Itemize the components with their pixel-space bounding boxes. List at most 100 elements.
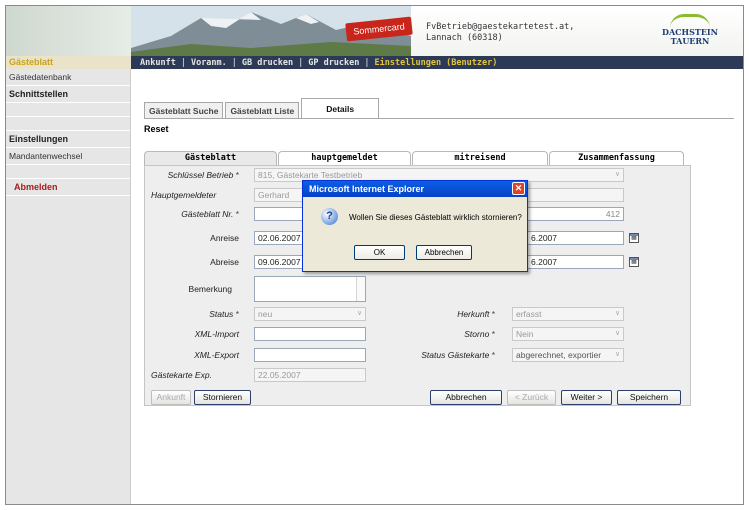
calendar-icon[interactable]: ▦ — [629, 257, 639, 267]
bemerkung-label: Bemerkung — [188, 284, 232, 294]
schluessel-betrieb-text: Schlüssel Betrieb — [167, 170, 234, 180]
bemerkung-scrollbar[interactable] — [356, 277, 365, 301]
xml-import-label: XML-Import — [194, 329, 239, 339]
abreise-from-value: 09.06.2007 — [258, 257, 301, 267]
status-gaestekarte-select[interactable]: abgerechnet, exportier ∨ — [512, 348, 624, 362]
header-banner: Sommercard FvBetrieb@gaestekartetest.at,… — [6, 6, 743, 56]
calendar-icon[interactable]: ▦ — [629, 233, 639, 243]
weiter-button[interactable]: Weiter > — [561, 390, 612, 405]
sidebar: Gästedatenbank Schnittstellen Einstellun… — [6, 69, 131, 504]
logo-arc — [670, 14, 710, 28]
xml-export-field[interactable] — [254, 348, 366, 362]
sidebar-item-schnittstellen[interactable]: Schnittstellen — [6, 86, 130, 103]
banner-left-area — [6, 6, 131, 56]
sidebar-item-mandantenwechsel[interactable]: Mandantenwechsel — [6, 148, 130, 165]
logo-line2: TAUERN — [670, 36, 710, 46]
storno-label: Storno * — [407, 329, 495, 339]
sidebar-item-einstellungen[interactable]: Einstellungen — [6, 131, 130, 148]
status-value: neu — [258, 309, 273, 319]
dialog-cancel-button[interactable]: Abbrechen — [416, 245, 472, 260]
abreise-to-field[interactable]: 6.2007 — [527, 255, 624, 269]
zurueck-button[interactable]: < Zurück — [507, 390, 556, 405]
herkunft-text: Herkunft — [457, 309, 490, 319]
status-gaestekarte-value: abgerechnet, exportier — [516, 350, 602, 360]
anreise-to-field[interactable]: 6.2007 — [527, 231, 624, 245]
tab-gaesteblatt-suche[interactable]: Gästeblatt Suche — [144, 102, 224, 119]
sidebar-item-abmelden[interactable]: Abmelden — [6, 179, 130, 196]
hauptgemeldeter-label: Hauptgemeldeter — [151, 190, 217, 200]
herkunft-label: Herkunft * — [407, 309, 495, 319]
tab-details[interactable]: Details — [301, 98, 380, 119]
storno-select[interactable]: Nein ∨ — [512, 327, 624, 341]
gaestekarte-exp-value: 22.05.2007 — [258, 370, 301, 380]
dachstein-tauern-logo: DACHSTEIN TAUERN — [661, 14, 719, 50]
chevron-down-icon: ∨ — [614, 330, 621, 337]
chevron-down-icon: ∨ — [356, 310, 363, 317]
gaestekarte-exp-field[interactable]: 22.05.2007 — [254, 368, 366, 382]
required-mark: * — [491, 350, 495, 360]
sidebar-item-gaestedatenbank[interactable]: Gästedatenbank — [6, 69, 130, 86]
speichern-button[interactable]: Speichern — [617, 390, 681, 405]
anreise-label: Anreise — [210, 233, 239, 243]
dialog-title: Microsoft Internet Explorer — [309, 184, 425, 194]
login-info: FvBetrieb@gaestekartetest.at, Lannach (6… — [426, 22, 574, 44]
abreise-label: Abreise — [210, 257, 239, 267]
close-icon[interactable]: ✕ — [512, 182, 525, 195]
required-mark: * — [491, 309, 495, 319]
top-tabs: Gästeblatt Suche Gästeblatt Liste Detail… — [144, 98, 381, 119]
tab-gaesteblatt-liste[interactable]: Gästeblatt Liste — [225, 102, 300, 119]
subtab-mitreisend[interactable]: mitreisend — [412, 151, 548, 165]
chevron-down-icon: ∨ — [614, 310, 621, 317]
gaesteblatt-nr-label: Gästeblatt Nr. * — [151, 209, 239, 219]
required-mark: * — [235, 170, 239, 180]
dialog-ok-button[interactable]: OK — [354, 245, 405, 260]
herkunft-value: erfasst — [516, 309, 542, 319]
schluessel-betrieb-value: 815, Gästekarte Testbetrieb — [258, 170, 363, 180]
subtab-hauptgemeldet[interactable]: hauptgemeldet — [278, 151, 411, 165]
confirm-dialog: Microsoft Internet Explorer ✕ ? Wollen S… — [302, 180, 528, 272]
dialog-message: Wollen Sie dieses Gästeblatt wirklich st… — [349, 213, 522, 222]
hauptgemeldeter-value: Gerhard — [258, 190, 290, 200]
nav-gb-drucken[interactable]: GB drucken — [237, 58, 298, 68]
top-nav-items: Ankunft | Voranm. | GB drucken | GP druc… — [131, 58, 502, 68]
required-mark: * — [491, 329, 495, 339]
nav-voranmeldung[interactable]: Voranm. — [186, 58, 232, 68]
anreise-to-value: 6.2007 — [531, 233, 557, 243]
nav-ankunft[interactable]: Ankunft — [135, 58, 181, 68]
required-mark: * — [235, 309, 239, 319]
required-mark: * — [235, 209, 239, 219]
subtab-zusammenfassung[interactable]: Zusammenfassung — [549, 151, 684, 165]
herkunft-select[interactable]: erfasst ∨ — [512, 307, 624, 321]
sidebar-spacer — [6, 117, 130, 131]
tabs-divider — [144, 118, 734, 119]
nav-gp-drucken[interactable]: GP drucken — [303, 58, 364, 68]
login-location: Lannach (60318) — [426, 33, 503, 43]
sidebar-spacer — [6, 103, 130, 117]
status-text: Status — [209, 309, 234, 319]
abbrechen-button[interactable]: Abbrechen — [430, 390, 502, 405]
reset-link[interactable]: Reset — [144, 124, 169, 134]
xml-export-label: XML-Export — [194, 350, 239, 360]
status-gaestekarte-label: Status Gästekarte * — [387, 350, 495, 360]
stornieren-button[interactable]: Stornieren — [194, 390, 251, 405]
chevron-down-icon: ∨ — [614, 351, 621, 358]
ankunft-button[interactable]: Ankunft — [151, 390, 191, 405]
dialog-titlebar[interactable]: Microsoft Internet Explorer ✕ — [303, 181, 527, 197]
xml-import-field[interactable] — [254, 327, 366, 341]
gaesteblatt-nr-value: 412 — [605, 209, 620, 219]
status-gaestekarte-text: Status Gästekarte — [421, 350, 490, 360]
abreise-to-value: 6.2007 — [531, 257, 557, 267]
storno-text: Storno — [464, 329, 490, 339]
browser-page: Sommercard FvBetrieb@gaestekartetest.at,… — [5, 5, 744, 505]
login-email: FvBetrieb@gaestekartetest.at, — [426, 22, 575, 32]
sub-tabs: Gästeblatt hauptgemeldet mitreisend Zusa… — [144, 151, 685, 165]
top-navigation: Gästeblatt Ankunft | Voranm. | GB drucke… — [6, 56, 743, 69]
status-select[interactable]: neu ∨ — [254, 307, 366, 321]
subtab-gaesteblatt[interactable]: Gästeblatt — [144, 151, 277, 165]
nav-einstellungen-benutzer[interactable]: Einstellungen (Benutzer) — [370, 58, 503, 68]
status-label: Status * — [151, 309, 239, 319]
gaestekarte-exp-label: Gästekarte Exp. — [151, 370, 212, 380]
bemerkung-textarea[interactable] — [254, 276, 366, 302]
chevron-down-icon: ∨ — [614, 171, 621, 178]
question-icon: ? — [321, 208, 338, 225]
